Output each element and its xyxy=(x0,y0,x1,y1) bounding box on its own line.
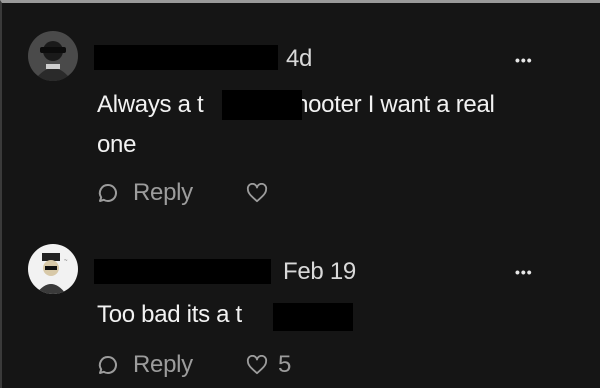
comments-panel: 4d ••• Always a t shooter I want a real o… xyxy=(0,0,600,388)
redacted-word xyxy=(273,303,353,331)
comment-text-part: Too bad its a t xyxy=(97,301,242,328)
more-options-button[interactable]: ••• xyxy=(515,52,533,68)
redacted-username xyxy=(94,45,278,70)
like-button[interactable] xyxy=(246,179,268,207)
comment-bubble-icon xyxy=(98,355,117,374)
avatar[interactable] xyxy=(28,31,78,81)
avatar[interactable]: ~ xyxy=(28,244,78,294)
comment-timestamp: 4d xyxy=(286,45,313,72)
comment-text-part: shooter I want a real xyxy=(283,91,495,118)
svg-text:~: ~ xyxy=(64,258,68,264)
comment-timestamp: Feb 19 xyxy=(283,258,356,285)
avatar-image: ~ xyxy=(28,244,78,294)
more-options-button[interactable]: ••• xyxy=(515,264,533,280)
comment-text-part: Always a t xyxy=(97,91,204,118)
redacted-username xyxy=(94,259,271,284)
reply-button[interactable]: Reply xyxy=(97,351,193,379)
reply-label: Reply xyxy=(133,179,193,206)
like-count: 5 xyxy=(278,351,292,378)
reply-button[interactable]: Reply xyxy=(97,179,193,207)
redacted-word xyxy=(222,90,302,120)
comment-bubble-icon xyxy=(98,183,117,202)
avatar-image xyxy=(28,31,78,81)
comment-text-line: one xyxy=(97,131,137,158)
comment-text: Too bad its a t xyxy=(97,295,242,335)
like-button[interactable]: 5 xyxy=(246,351,291,379)
reply-label: Reply xyxy=(133,351,193,378)
heart-icon xyxy=(246,355,268,375)
heart-icon xyxy=(246,183,268,203)
